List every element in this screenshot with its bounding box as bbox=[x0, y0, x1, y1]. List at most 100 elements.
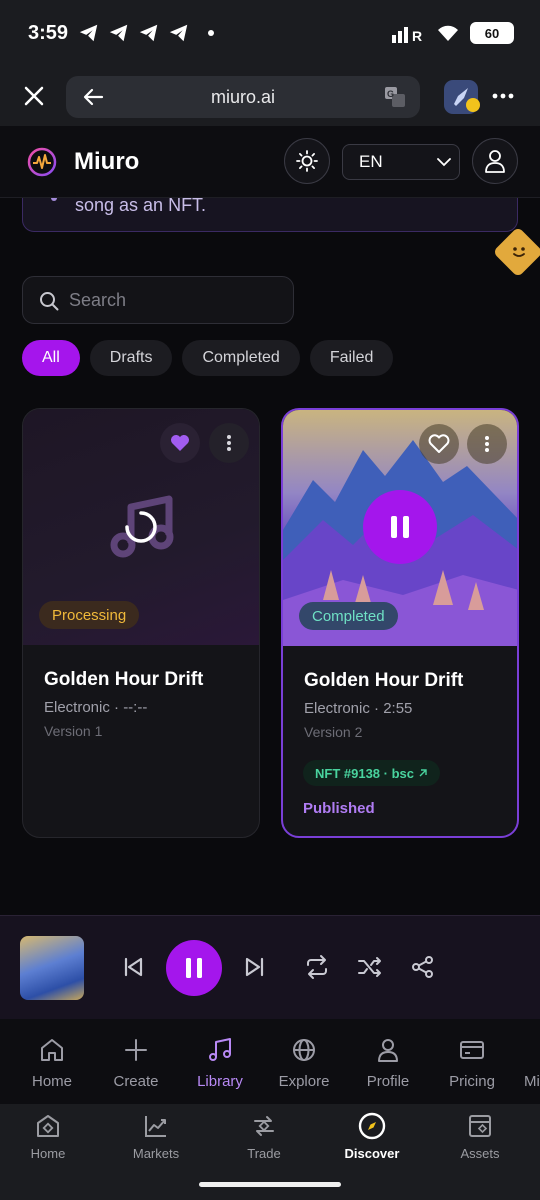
nft-badge[interactable]: NFT #9138 · bsc bbox=[303, 760, 440, 786]
status-bar: 3:59 R 60 bbox=[0, 0, 540, 68]
host-app-bottom-nav: Home Markets Trade Discover Assets bbox=[0, 1104, 540, 1200]
nav-explore-label: Explore bbox=[278, 1073, 330, 1090]
os-nav-home[interactable]: Home bbox=[2, 1112, 94, 1161]
search-input[interactable] bbox=[69, 277, 279, 323]
favorite-button[interactable] bbox=[160, 423, 200, 463]
os-nav-discover-label: Discover bbox=[344, 1146, 400, 1161]
favorite-button[interactable] bbox=[419, 424, 459, 464]
search-box[interactable] bbox=[22, 276, 294, 324]
nav-create[interactable]: Create bbox=[94, 1019, 178, 1104]
extension-badge bbox=[466, 98, 480, 112]
track-menu-button[interactable] bbox=[467, 424, 507, 464]
track-cover: Processing bbox=[23, 409, 259, 645]
track-card[interactable]: Processing Golden Hour Drift Electronic … bbox=[22, 408, 260, 838]
filter-completed[interactable]: Completed bbox=[182, 340, 300, 376]
track-title: Golden Hour Drift bbox=[304, 670, 464, 691]
share-icon[interactable] bbox=[410, 954, 436, 980]
track-card[interactable]: Completed Golden Hour Drift Electronic ·… bbox=[281, 408, 519, 838]
track-meta: Electronic · --:-- bbox=[44, 699, 148, 716]
os-nav-trade[interactable]: Trade bbox=[218, 1112, 310, 1161]
close-icon[interactable] bbox=[20, 82, 48, 110]
track-version: Version 1 bbox=[44, 723, 103, 739]
heart-filled-icon bbox=[171, 435, 189, 451]
os-nav-markets[interactable]: Markets bbox=[110, 1112, 202, 1161]
notification-icons bbox=[78, 22, 214, 44]
translate-icon[interactable]: G bbox=[384, 86, 406, 108]
track-title: Golden Hour Drift bbox=[44, 669, 204, 690]
heart-outline-icon bbox=[428, 434, 450, 453]
notice-text: song as an NFT. bbox=[75, 198, 207, 215]
pause-button[interactable] bbox=[363, 490, 437, 564]
account-button[interactable] bbox=[472, 138, 518, 184]
language-select[interactable]: EN bbox=[342, 144, 460, 180]
published-label: Published bbox=[303, 800, 375, 817]
chevron-down-icon bbox=[437, 158, 451, 167]
track-version: Version 2 bbox=[304, 724, 363, 740]
address-bar[interactable]: miuro.ai G bbox=[66, 76, 420, 118]
user-icon bbox=[485, 150, 505, 173]
pause-icon bbox=[391, 516, 409, 538]
nav-explore[interactable]: Explore bbox=[262, 1019, 346, 1104]
nav-profile-label: Profile bbox=[366, 1073, 410, 1090]
now-playing-artwork[interactable] bbox=[20, 936, 84, 1000]
wifi-icon bbox=[438, 25, 458, 41]
signal-icon: R bbox=[392, 27, 422, 43]
telegram-icon bbox=[109, 24, 128, 42]
more-notifications-dot bbox=[208, 30, 214, 36]
nav-library-label: Library bbox=[197, 1073, 243, 1090]
track-menu-button[interactable] bbox=[209, 423, 249, 463]
skip-previous-icon[interactable] bbox=[120, 954, 146, 980]
more-vertical-icon bbox=[227, 435, 231, 451]
player-pause-button[interactable] bbox=[166, 940, 222, 996]
os-nav-discover[interactable]: Discover bbox=[326, 1112, 418, 1161]
mini-player bbox=[0, 915, 540, 1019]
telegram-icon bbox=[169, 24, 188, 42]
skip-next-icon[interactable] bbox=[242, 954, 268, 980]
os-nav-markets-label: Markets bbox=[132, 1146, 180, 1161]
os-nav-home-label: Home bbox=[30, 1146, 66, 1161]
trade-icon bbox=[254, 1116, 274, 1136]
browser-menu-icon[interactable] bbox=[492, 84, 514, 108]
home-icon bbox=[41, 1039, 63, 1061]
repeat-icon[interactable] bbox=[304, 954, 330, 980]
status-badge: Processing bbox=[39, 601, 140, 629]
language-value: EN bbox=[359, 152, 383, 171]
home-icon bbox=[37, 1115, 59, 1137]
nav-pricing[interactable]: Pricing bbox=[430, 1019, 514, 1104]
filter-failed[interactable]: Failed bbox=[309, 340, 394, 376]
nav-library[interactable]: Library bbox=[178, 1019, 262, 1104]
status-badge: Completed bbox=[299, 602, 398, 630]
gesture-home-bar[interactable] bbox=[199, 1182, 341, 1187]
svg-text:R: R bbox=[412, 28, 422, 43]
plus-icon bbox=[125, 1039, 147, 1061]
nav-pricing-label: Pricing bbox=[449, 1073, 495, 1090]
os-nav-trade-label: Trade bbox=[247, 1146, 281, 1161]
shuffle-icon[interactable] bbox=[357, 954, 383, 980]
app-bottom-nav: Home Create Library Explore Profile Pric… bbox=[0, 1019, 540, 1104]
filter-drafts[interactable]: Drafts bbox=[89, 340, 173, 376]
telegram-icon bbox=[139, 24, 158, 42]
filter-tabs: All Drafts Completed Failed bbox=[22, 340, 394, 376]
external-link-icon bbox=[419, 769, 427, 777]
url-text: miuro.ai bbox=[210, 87, 276, 107]
miuro-logo-icon[interactable] bbox=[26, 146, 58, 178]
os-nav-assets-label: Assets bbox=[460, 1146, 500, 1161]
nav-profile[interactable]: Profile bbox=[346, 1019, 430, 1104]
sun-icon bbox=[296, 150, 318, 172]
os-nav-assets[interactable]: Assets bbox=[434, 1112, 526, 1161]
info-notice: song as an NFT. bbox=[22, 198, 518, 232]
theme-toggle-button[interactable] bbox=[284, 138, 330, 184]
svg-text:G: G bbox=[387, 89, 394, 99]
telegram-icon bbox=[79, 24, 98, 42]
nav-more[interactable]: Mi bbox=[504, 1019, 540, 1104]
nft-label: NFT #9138 · bsc bbox=[315, 765, 414, 781]
brand-name[interactable]: Miuro bbox=[74, 148, 139, 176]
nav-home[interactable]: Home bbox=[10, 1019, 94, 1104]
smiley-icon bbox=[513, 247, 525, 257]
credit-card-icon bbox=[460, 1041, 484, 1059]
status-time: 3:59 bbox=[28, 22, 69, 44]
filter-all[interactable]: All bbox=[22, 340, 80, 376]
library-content: song as an NFT. All Drafts Completed Fai… bbox=[0, 198, 540, 915]
nav-home-label: Home bbox=[31, 1073, 72, 1090]
app-header: Miuro EN bbox=[0, 126, 540, 198]
